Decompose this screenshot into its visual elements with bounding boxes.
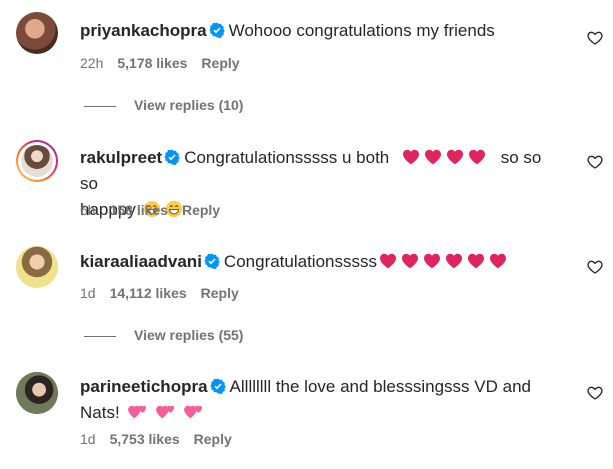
verified-badge-icon [204, 253, 220, 269]
comment-text: Wohooo congratulations my friends [228, 21, 495, 40]
view-replies-label: View replies (10) [134, 97, 244, 113]
red-heart-icon [446, 253, 462, 269]
reply-button[interactable]: Reply [182, 202, 220, 218]
red-heart-icon [490, 253, 506, 269]
likes-count[interactable]: 14,112 likes [110, 285, 187, 301]
divider-line [84, 105, 116, 107]
two-hearts-icon [184, 405, 203, 419]
two-hearts-icon [156, 405, 175, 419]
two-hearts-icon [128, 405, 147, 419]
red-heart-icon [380, 253, 396, 269]
view-replies-button[interactable]: View replies (55) [84, 327, 243, 343]
username[interactable]: parineetichopra [80, 377, 208, 396]
comment-text: Congratulationsssss [223, 252, 377, 271]
red-heart-icon [403, 149, 419, 165]
avatar[interactable] [16, 140, 58, 182]
red-heart-icon [468, 253, 484, 269]
reply-button[interactable]: Reply [194, 431, 232, 447]
red-heart-icon [447, 149, 463, 165]
comment-text-line2: Nats! [80, 403, 120, 422]
reply-button[interactable]: Reply [201, 55, 239, 71]
reply-button[interactable]: Reply [201, 285, 239, 301]
red-heart-icon [424, 253, 440, 269]
comment-time[interactable]: 22h [80, 55, 103, 71]
comment-time[interactable]: 6h [80, 202, 96, 218]
red-heart-icon [425, 149, 441, 165]
like-heart-icon[interactable] [587, 385, 603, 401]
username[interactable]: rakulpreet [80, 148, 162, 167]
view-replies-button[interactable]: View replies (10) [84, 97, 243, 113]
username[interactable]: kiaraaliaadvani [80, 252, 202, 271]
divider-line [84, 335, 116, 337]
verified-badge-icon [208, 22, 225, 38]
likes-count[interactable]: 5,178 likes [117, 55, 187, 71]
avatar[interactable] [16, 372, 58, 414]
verified-badge-icon [209, 378, 226, 394]
like-heart-icon[interactable] [587, 259, 603, 275]
like-heart-icon[interactable] [587, 30, 603, 46]
likes-count[interactable]: 158 likes [110, 202, 168, 218]
comment-text: Allllllll the love and blesssingsss VD a… [229, 377, 531, 396]
username[interactable]: priyankachopra [80, 21, 207, 40]
avatar[interactable] [16, 246, 58, 288]
comment-time[interactable]: 1d [80, 431, 96, 447]
view-replies-label: View replies (55) [134, 327, 244, 343]
likes-count[interactable]: 5,753 likes [110, 431, 180, 447]
like-heart-icon[interactable] [587, 154, 603, 170]
comment-time[interactable]: 1d [80, 285, 96, 301]
verified-badge-icon [164, 149, 180, 165]
red-heart-icon [469, 149, 485, 165]
heart-emoji-group [377, 252, 509, 271]
comment-text: Congratulationsssss u both [184, 148, 390, 167]
heart-emoji-group [400, 148, 493, 167]
avatar[interactable] [16, 12, 58, 54]
red-heart-icon [402, 253, 418, 269]
